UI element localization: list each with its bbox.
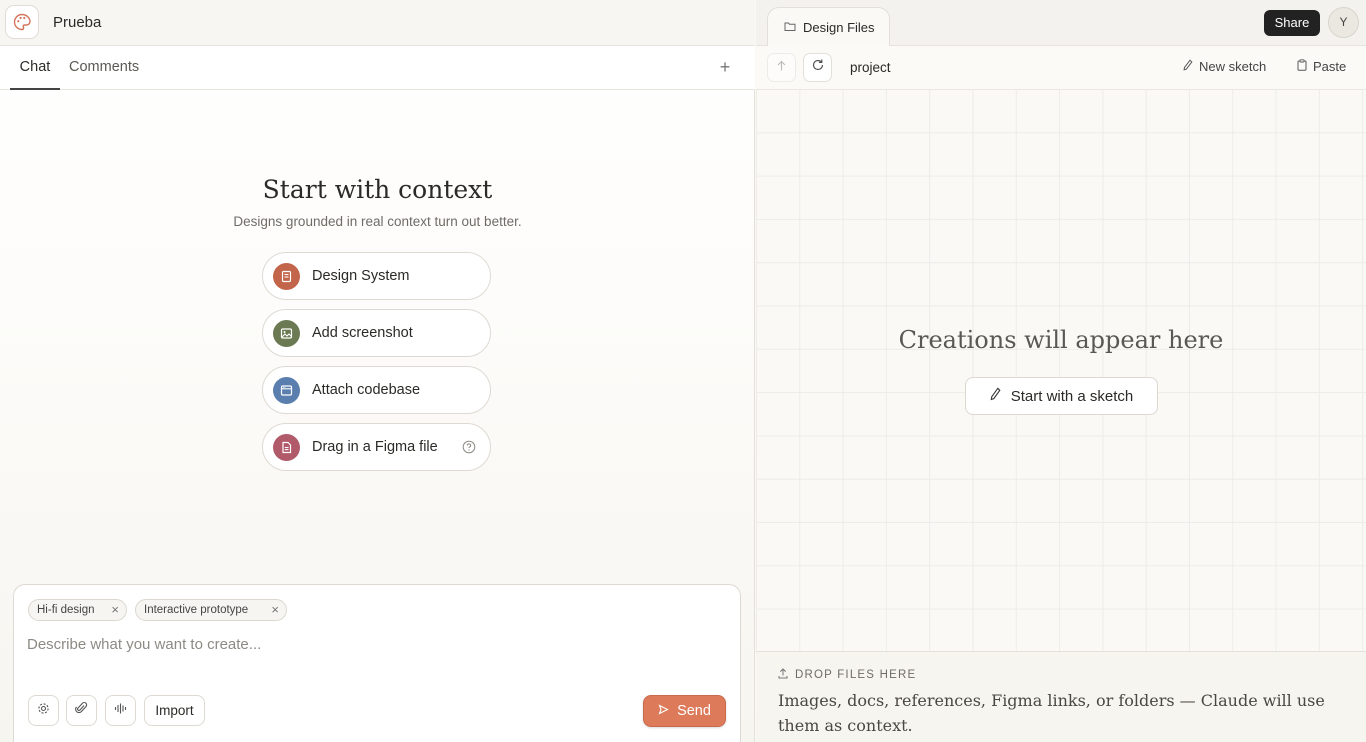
drop-files-heading: DROP FILES HERE	[778, 668, 916, 682]
tab-chat[interactable]: Chat	[10, 46, 60, 90]
attach-button[interactable]	[66, 695, 97, 726]
up-button[interactable]	[767, 53, 796, 82]
send-icon	[658, 703, 669, 719]
remove-chip-icon[interactable]: ×	[111, 600, 119, 620]
voice-button[interactable]	[105, 695, 136, 726]
start-sketch-button[interactable]: Start with a sketch	[965, 377, 1158, 415]
paste-label: Paste	[1313, 59, 1347, 74]
send-label: Send	[677, 703, 711, 719]
avatar[interactable]: Y	[1328, 7, 1359, 38]
folder-icon	[784, 20, 796, 35]
empty-state-title: Start with context	[262, 175, 493, 204]
design-system-button[interactable]: Design System	[262, 252, 491, 300]
help-icon[interactable]	[462, 440, 476, 454]
attach-codebase-button[interactable]: Attach codebase	[262, 366, 491, 414]
tab-design-files[interactable]: Design Files	[767, 7, 890, 46]
new-sketch-button[interactable]: New sketch	[1183, 59, 1266, 74]
drop-description: Images, docs, references, Figma links, o…	[778, 691, 1325, 735]
refresh-icon	[811, 58, 825, 77]
waveform-icon	[114, 702, 128, 720]
breadcrumb[interactable]: project	[850, 60, 891, 75]
attach-codebase-label: Attach codebase	[312, 382, 421, 398]
chip-interactive-prototype: Interactive prototype ×	[135, 599, 287, 621]
chip-hifi-design: Hi-fi design ×	[28, 599, 127, 621]
drop-label-text: DROP FILES HERE	[795, 669, 917, 681]
chat-pane: Prueba Chat Comments + Start with contex…	[0, 0, 755, 742]
clipboard-icon	[1297, 59, 1307, 74]
add-screenshot-button[interactable]: Add screenshot	[262, 309, 491, 357]
tab-label: Design Files	[803, 19, 875, 35]
add-screenshot-label: Add screenshot	[312, 325, 413, 341]
canvas-empty-title: Creations will appear here	[898, 326, 1224, 354]
arrow-up-icon	[776, 59, 787, 77]
remove-chip-icon[interactable]: ×	[271, 600, 279, 620]
send-button[interactable]: Send	[643, 695, 726, 727]
chat-topbar: Prueba	[0, 0, 755, 46]
design-system-label: Design System	[312, 268, 410, 284]
empty-state-subtitle: Designs grounded in real context turn ou…	[233, 214, 522, 229]
prompt-composer: Hi-fi design × Interactive prototype × I…	[13, 584, 741, 742]
palette-logo-icon[interactable]	[5, 5, 39, 39]
start-sketch-label: Start with a sketch	[1010, 387, 1134, 405]
prompt-input[interactable]	[27, 632, 727, 656]
refresh-button[interactable]	[803, 53, 832, 82]
codebase-icon	[273, 377, 300, 404]
new-sketch-label: New sketch	[1199, 59, 1267, 74]
files-topbar: Design Files Share Y	[756, 0, 1366, 46]
figma-file-button[interactable]: Drag in a Figma file	[262, 423, 491, 471]
pencil-icon	[990, 387, 1001, 405]
gear-icon	[37, 702, 50, 720]
design-files-pane: Design Files Share Y project New sketch	[756, 0, 1366, 742]
file-drop-zone[interactable]: DROP FILES HERE Images, docs, references…	[756, 651, 1366, 742]
share-button[interactable]: Share	[1264, 10, 1320, 36]
chip-label: Hi-fi design	[37, 604, 95, 616]
pencil-icon	[1183, 59, 1193, 74]
paste-button[interactable]: Paste	[1297, 59, 1346, 74]
chip-label: Interactive prototype	[144, 604, 249, 616]
design-system-icon	[273, 263, 300, 290]
upload-icon	[778, 668, 788, 682]
chat-tabs: Chat Comments +	[0, 46, 755, 90]
project-title[interactable]: Prueba	[53, 14, 101, 31]
figma-file-label: Drag in a Figma file	[312, 439, 438, 455]
design-canvas: Creations will appear here Start with a …	[756, 90, 1366, 651]
import-button[interactable]: Import	[144, 695, 205, 726]
figma-file-icon	[273, 434, 300, 461]
tab-comments[interactable]: Comments	[69, 46, 139, 90]
image-icon	[273, 320, 300, 347]
files-toolbar: project New sketch Paste	[756, 46, 1366, 90]
settings-button[interactable]	[28, 695, 59, 726]
paperclip-icon	[75, 701, 88, 720]
plus-icon[interactable]: +	[715, 58, 735, 78]
